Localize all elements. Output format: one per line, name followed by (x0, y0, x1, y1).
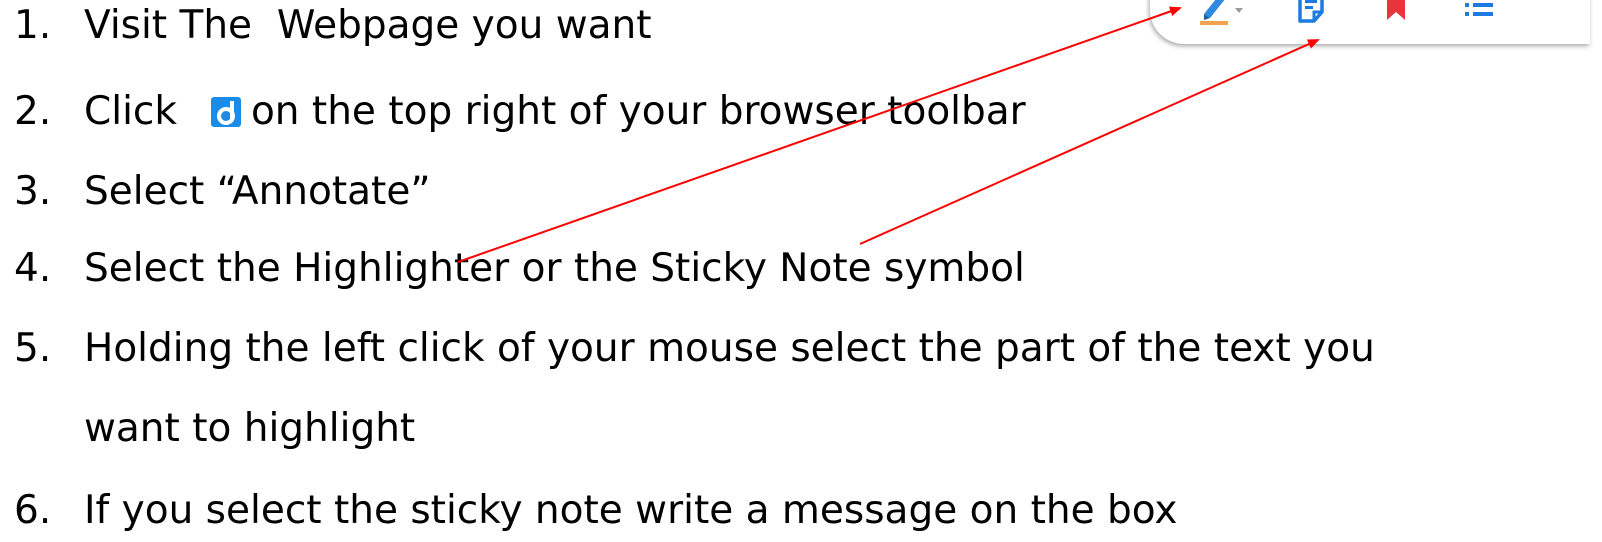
bookmark-icon[interactable] (1384, 0, 1408, 26)
step-2: 2. Click on the top right of your browser … (14, 88, 1026, 136)
step-text: Visit The Webpage you want (84, 3, 652, 48)
step-4: 4. Select the Highlighter or the Sticky N… (14, 245, 1025, 293)
step-number: 6. (14, 488, 52, 533)
arrow-to-sticky-note (859, 39, 1320, 245)
step-text: Select “Annotate” (84, 169, 431, 214)
step-number: 3. (14, 169, 52, 214)
step-text: If you select the sticky note write a me… (84, 488, 1178, 533)
step-number: 4. (14, 246, 52, 291)
list-icon[interactable] (1464, 0, 1494, 22)
step-number: 2. (14, 89, 52, 134)
step-number: 1. (14, 3, 52, 48)
step-number: 5. (14, 326, 52, 371)
sticky-note-icon[interactable] (1296, 0, 1326, 28)
annotation-toolbar (1150, 0, 1590, 44)
highlighter-icon[interactable] (1198, 0, 1232, 30)
step-1: 1. Visit The Webpage you want (14, 2, 652, 50)
dropdown-caret-icon[interactable] (1234, 0, 1244, 19)
step-text-after-icon: on the top right of your browser toolbar (250, 89, 1026, 134)
step-6: 6. If you select the sticky note write a … (14, 487, 1177, 535)
step-5-continuation: want to highlight (84, 406, 416, 451)
step-text-before-icon: Click (84, 89, 177, 134)
diigo-icon (210, 97, 241, 127)
step-text: Select the Highlighter or the Sticky Not… (84, 246, 1025, 291)
step-text: Holding the left click of your mouse sel… (84, 326, 1375, 371)
step-3: 3. Select “Annotate” (14, 168, 431, 216)
step-5: 5. Holding the left click of your mouse s… (14, 325, 1375, 373)
